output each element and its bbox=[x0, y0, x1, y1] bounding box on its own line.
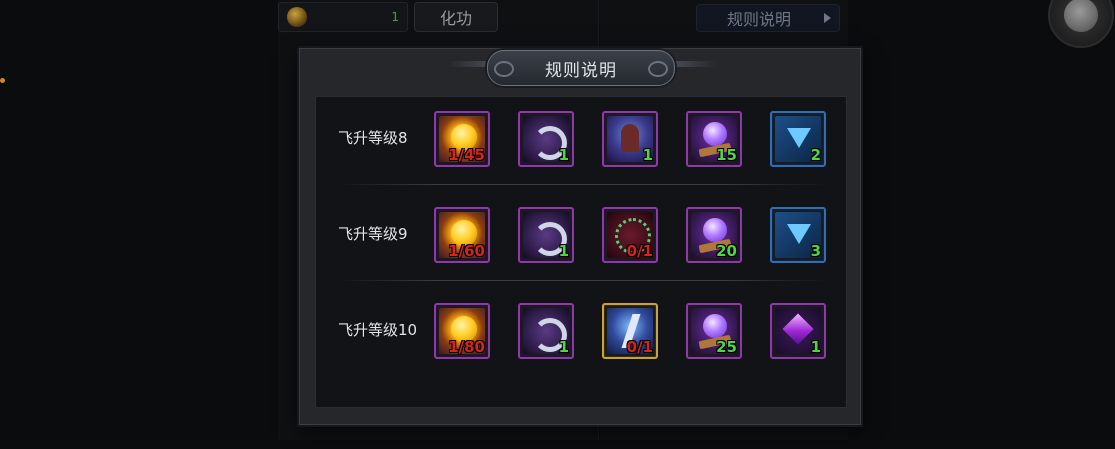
material-count: 1 bbox=[642, 146, 653, 164]
huagong-button[interactable]: 化功 bbox=[414, 2, 498, 32]
rules-button[interactable]: 规则说明 bbox=[696, 4, 840, 32]
material-slot[interactable]: 1 bbox=[602, 111, 658, 167]
material-slot[interactable]: 3 bbox=[770, 207, 826, 263]
scroll-ornament-icon bbox=[494, 61, 514, 77]
material-slot[interactable]: 1/80 bbox=[434, 303, 490, 359]
material-count: 3 bbox=[810, 242, 821, 260]
material-slot[interactable]: 1 bbox=[518, 207, 574, 263]
resource-counter: 1 bbox=[278, 2, 408, 32]
rules-button-label: 规则说明 bbox=[726, 10, 791, 29]
edge-indicator-dot bbox=[0, 78, 5, 83]
material-slot[interactable]: 1 bbox=[770, 303, 826, 359]
rules-list: 飞升等级8 1/45 1 1 15 2 飞升等级9 1/60 1 0/1 20 … bbox=[315, 96, 847, 408]
material-slot[interactable]: 1/60 bbox=[434, 207, 490, 263]
ascension-row: 飞升等级9 1/60 1 0/1 20 3 bbox=[316, 201, 846, 291]
material-count: 1 bbox=[558, 242, 569, 260]
row-divider bbox=[336, 184, 826, 185]
material-slot[interactable]: 15 bbox=[686, 111, 742, 167]
ascension-row: 飞升等级10 1/80 1 0/1 25 1 bbox=[316, 297, 846, 387]
material-slot[interactable]: 0/1 bbox=[602, 303, 658, 359]
material-count: 2 bbox=[810, 146, 821, 164]
material-slot[interactable]: 2 bbox=[770, 111, 826, 167]
material-count: 1/60 bbox=[448, 242, 485, 260]
resource-count: 1 bbox=[391, 10, 399, 24]
material-count: 1 bbox=[558, 338, 569, 356]
material-count: 0/1 bbox=[626, 338, 653, 356]
material-count: 1/80 bbox=[448, 338, 485, 356]
row-divider bbox=[336, 280, 826, 281]
play-arrow-icon bbox=[824, 13, 831, 23]
material-slot[interactable]: 1 bbox=[518, 111, 574, 167]
material-count: 1 bbox=[810, 338, 821, 356]
ascension-level-label: 飞升等级9 bbox=[338, 225, 408, 243]
dialog-title: 规则说明 bbox=[545, 60, 617, 81]
ascension-level-label: 飞升等级10 bbox=[338, 321, 418, 339]
round-action-button[interactable] bbox=[1048, 0, 1114, 48]
material-count: 1/45 bbox=[448, 146, 485, 164]
material-slot[interactable]: 20 bbox=[686, 207, 742, 263]
resource-icon bbox=[287, 7, 307, 27]
material-slot[interactable]: 1 bbox=[518, 303, 574, 359]
rules-dialog: 规则说明 飞升等级8 1/45 1 1 15 2 飞升等级9 1/60 1 0/… bbox=[299, 48, 861, 425]
material-count: 15 bbox=[716, 146, 737, 164]
material-slot[interactable]: 1/45 bbox=[434, 111, 490, 167]
material-slot[interactable]: 0/1 bbox=[602, 207, 658, 263]
material-count: 1 bbox=[558, 146, 569, 164]
material-count: 25 bbox=[716, 338, 737, 356]
ascension-level-label: 飞升等级8 bbox=[338, 129, 408, 147]
scroll-ornament-icon bbox=[648, 61, 668, 77]
material-count: 0/1 bbox=[626, 242, 653, 260]
material-count: 20 bbox=[716, 242, 737, 260]
ascension-row: 飞升等级8 1/45 1 1 15 2 bbox=[316, 105, 846, 195]
material-slot[interactable]: 25 bbox=[686, 303, 742, 359]
dialog-title-plate: 规则说明 bbox=[487, 50, 675, 86]
title-ornament-right bbox=[670, 61, 716, 67]
